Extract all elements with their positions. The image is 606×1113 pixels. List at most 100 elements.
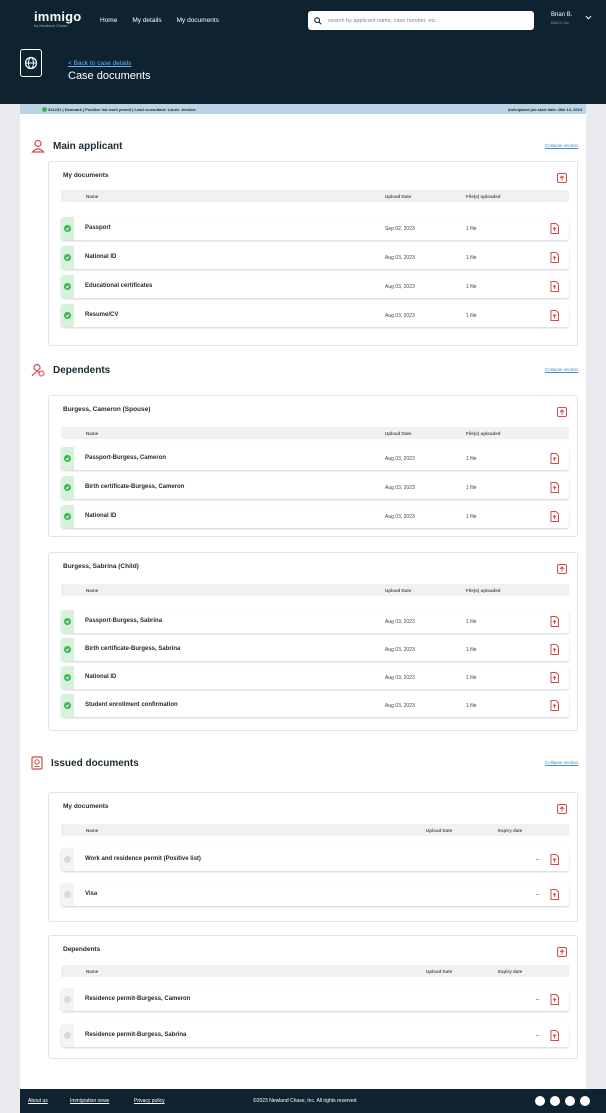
section-header-issued: Issued documents xyxy=(31,756,139,770)
file-upload-icon[interactable] xyxy=(550,616,559,627)
upload-button[interactable] xyxy=(557,804,567,814)
upload-arrow-icon xyxy=(559,566,565,572)
status-stripe xyxy=(61,666,74,689)
upload-date: Aug 03, 2023 xyxy=(385,647,415,653)
upload-button[interactable] xyxy=(557,407,567,417)
case-info-bar: 321231 | Denmark | Positive list work pe… xyxy=(20,104,586,114)
check-icon xyxy=(64,254,71,261)
file-upload-icon[interactable] xyxy=(550,252,559,263)
table-row[interactable]: Educational certificates Aug 03, 2023 1 … xyxy=(61,275,569,298)
col-files: File(s) uploaded xyxy=(466,194,501,199)
table-row[interactable]: Passport-Burgess, Cameron Aug 03, 2023 1… xyxy=(61,447,569,470)
issued-document-icon xyxy=(31,756,43,770)
collapse-dependents-link[interactable]: Collapse section xyxy=(545,367,578,372)
files-count: 1 file xyxy=(466,675,477,681)
document-name: Work and residence permit (Positive list… xyxy=(85,856,201,862)
file-upload-icon[interactable] xyxy=(550,453,559,464)
table-row[interactable]: National ID Aug 03, 2023 1 file xyxy=(61,505,569,528)
upload-button[interactable] xyxy=(557,947,567,957)
nav-my-documents[interactable]: My documents xyxy=(177,17,219,24)
file-upload-icon[interactable] xyxy=(550,482,559,493)
user-name: Brian B. xyxy=(551,12,573,18)
table-row[interactable]: Passport Sep 02, 2023 1 file xyxy=(61,217,569,240)
col-upload-date: Upload Date xyxy=(385,431,412,436)
upload-button[interactable] xyxy=(557,173,567,183)
search-input[interactable]: search by applicant name, case number, e… xyxy=(308,11,534,30)
main-nav: Home My details My documents xyxy=(100,17,219,24)
pending-icon xyxy=(64,891,71,898)
col-expiry: Expiry date xyxy=(498,969,523,974)
upload-date: Aug 03, 2023 xyxy=(385,703,415,709)
file-upload-icon[interactable] xyxy=(550,511,559,522)
table-header: Name Upload Date Expiry date xyxy=(61,824,569,836)
file-upload-icon[interactable] xyxy=(550,1030,559,1041)
immigo-logo[interactable]: immigo by Newland Chase xyxy=(34,10,81,29)
document-name: National ID xyxy=(85,254,117,260)
col-upload-date: Upload Date xyxy=(426,828,453,833)
section-title: Main applicant xyxy=(53,140,123,152)
document-name: Residence permit-Burgess, Cameron xyxy=(85,996,191,1002)
check-icon xyxy=(64,312,71,319)
pending-icon xyxy=(64,856,71,863)
file-upload-icon[interactable] xyxy=(550,310,559,321)
card-title: My documents xyxy=(63,172,109,179)
file-upload-icon[interactable] xyxy=(550,854,559,865)
back-to-case-details-link[interactable]: < Back to case details xyxy=(68,60,131,67)
table-row[interactable]: Birth certificate-Burgess, Cameron Aug 0… xyxy=(61,476,569,499)
copyright: ©2023 Newland Chase, Inc. All rights res… xyxy=(253,1098,357,1104)
status-stripe xyxy=(61,988,74,1011)
table-row[interactable]: Residence permit-Burgess, Cameron – xyxy=(61,988,569,1011)
table-row[interactable]: Residence permit-Burgess, Sabrina – xyxy=(61,1024,569,1047)
footer-link-privacy[interactable]: Privacy policy xyxy=(134,1098,165,1104)
file-upload-icon[interactable] xyxy=(550,889,559,900)
x-icon[interactable] xyxy=(550,1096,560,1106)
col-files: File(s) uploaded xyxy=(466,431,501,436)
nav-my-details[interactable]: My details xyxy=(132,17,161,24)
file-upload-icon[interactable] xyxy=(550,994,559,1005)
user-menu[interactable]: Brian B. NACO Inc xyxy=(551,11,572,27)
nav-home[interactable]: Home xyxy=(100,17,117,24)
files-count: 1 file xyxy=(466,647,477,653)
document-name: Passport xyxy=(85,225,111,231)
file-upload-icon[interactable] xyxy=(550,700,559,711)
file-upload-icon[interactable] xyxy=(550,644,559,655)
table-row[interactable]: Visa – xyxy=(61,883,569,906)
status-stripe xyxy=(61,447,74,470)
passport-globe-icon xyxy=(20,49,42,77)
upload-date: Aug 03, 2023 xyxy=(385,313,415,319)
table-row[interactable]: Student enrollment confirmation Aug 03, … xyxy=(61,694,569,717)
table-row[interactable]: Work and residence permit (Positive list… xyxy=(61,848,569,871)
collapse-issued-link[interactable]: Collapse section xyxy=(545,760,578,765)
table-row[interactable]: National ID Aug 03, 2023 1 file xyxy=(61,666,569,689)
instagram-icon[interactable] xyxy=(580,1096,590,1106)
col-name: Name xyxy=(86,588,99,593)
files-count: 1 file xyxy=(466,619,477,625)
file-upload-icon[interactable] xyxy=(550,281,559,292)
chevron-down-icon[interactable] xyxy=(585,15,592,20)
col-name: Name xyxy=(86,969,99,974)
collapse-main-applicant-link[interactable]: Collapse section xyxy=(545,143,578,148)
check-icon xyxy=(64,702,71,709)
file-upload-icon[interactable] xyxy=(550,672,559,683)
facebook-icon[interactable] xyxy=(535,1096,545,1106)
upload-date: Aug 03, 2023 xyxy=(385,514,415,520)
card-title: My documents xyxy=(63,803,109,810)
footer-link-news[interactable]: Immigration news xyxy=(70,1098,109,1104)
table-row[interactable]: National ID Aug 03, 2023 1 file xyxy=(61,246,569,269)
upload-button[interactable] xyxy=(557,564,567,574)
table-row[interactable]: Birth certificate-Burgess, Sabrina Aug 0… xyxy=(61,638,569,661)
file-upload-icon[interactable] xyxy=(550,223,559,234)
upload-date: Aug 03, 2023 xyxy=(385,619,415,625)
table-row[interactable]: Passport-Burgess, Sabrina Aug 03, 2023 1… xyxy=(61,610,569,633)
job-start-date: Anticipated job start date: Mar 14, 2024 xyxy=(507,106,582,112)
upload-arrow-icon xyxy=(559,806,565,812)
table-row[interactable]: Resume/CV Aug 03, 2023 1 file xyxy=(61,304,569,327)
linkedin-icon[interactable] xyxy=(565,1096,575,1106)
search-icon xyxy=(314,16,322,25)
status-stripe xyxy=(61,476,74,499)
pending-icon xyxy=(64,1032,71,1039)
document-name: National ID xyxy=(85,513,117,519)
footer-link-about[interactable]: About us xyxy=(28,1098,48,1104)
upload-arrow-icon xyxy=(559,175,565,181)
status-stripe xyxy=(61,883,74,906)
